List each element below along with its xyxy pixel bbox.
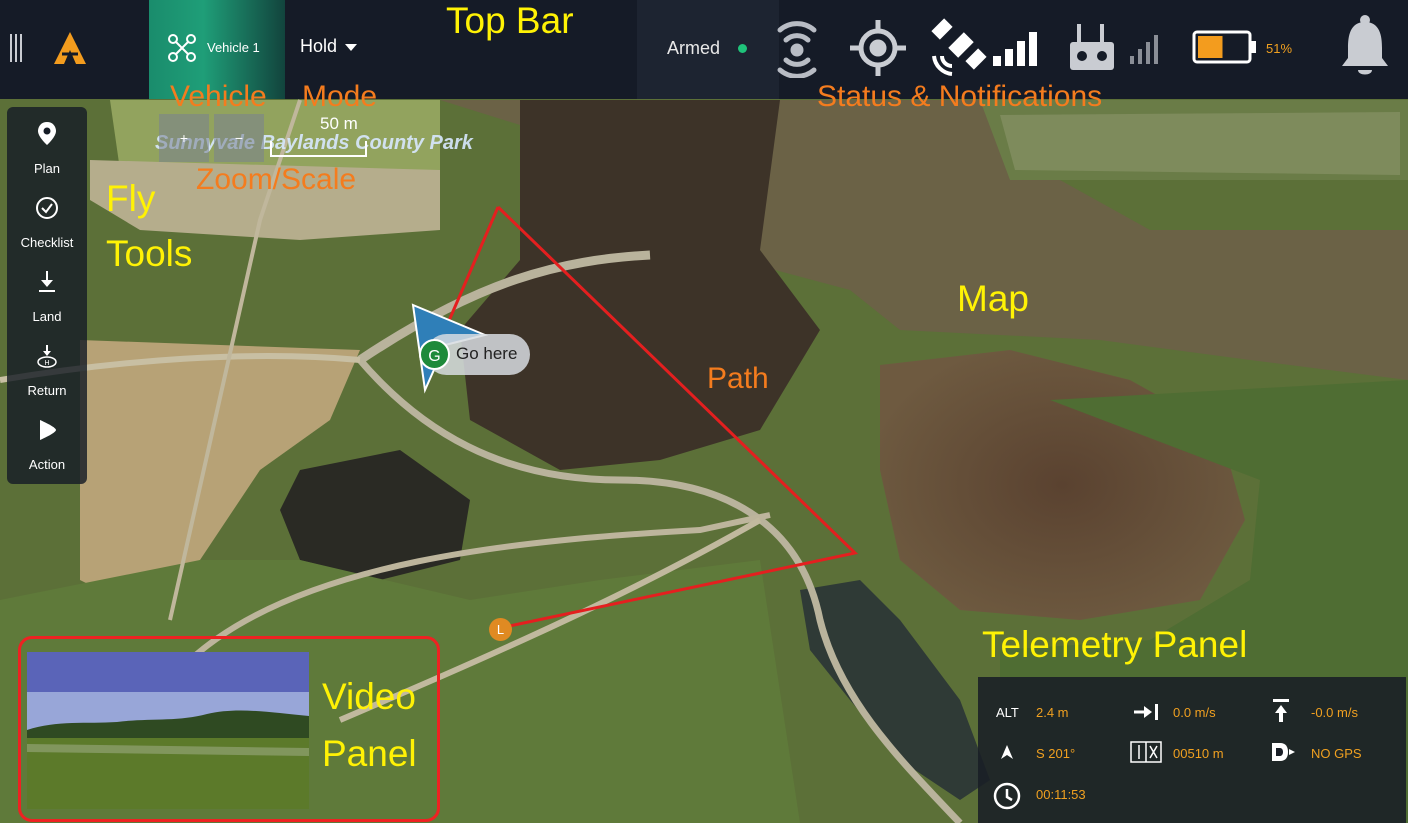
scale-bar [270,141,367,157]
drone-icon [168,34,196,62]
launch-marker[interactable]: L [489,618,512,641]
gps-value: NO GPS [1311,746,1362,761]
tool-return[interactable]: H Return [7,329,87,399]
horizontal-speed-value: 0.0 m/s [1173,705,1216,720]
menu-icon[interactable] [6,34,26,62]
flight-time-value: 00:11:53 [1036,787,1086,802]
vehicle-label: Vehicle 1 [207,40,260,55]
zoom-in-button[interactable]: + [159,114,209,162]
flight-mode-dropdown[interactable]: Hold [300,36,358,57]
distance-icon [1130,741,1162,763]
telemetry-link-icon[interactable] [770,18,824,78]
map-pin-icon [38,122,56,145]
rc-controller-icon[interactable] [1068,22,1116,72]
gps-target-icon[interactable] [848,18,908,78]
battery-percent: 51% [1266,41,1293,56]
fly-tools-panel: Plan Checklist Land H Return Action [7,107,87,484]
alt-value: 2.4 m [1036,705,1069,720]
go-here-marker[interactable]: G Go here [419,334,530,375]
tool-land-label: Land [32,309,62,324]
tool-plan[interactable]: Plan [7,107,87,177]
horizontal-speed-icon [1134,704,1158,720]
satellite-icon[interactable] [928,16,990,80]
tool-return-label: Return [27,383,67,398]
rc-signal-icon[interactable] [1130,32,1166,64]
return-home-icon: H [37,345,57,368]
signal-bars-icon[interactable] [993,30,1043,66]
heading-value: S 201° [1036,746,1076,761]
check-circle-icon [36,197,58,219]
battery-icon[interactable] [1192,30,1258,66]
vehicle-selector[interactable]: Vehicle 1 [149,0,285,99]
tool-plan-label: Plan [33,161,61,176]
flight-mode-label: Hold [300,36,338,56]
gps-status-icon [1272,743,1295,761]
go-here-badge: G [419,339,450,370]
tool-action-label: Action [28,457,66,472]
tool-land[interactable]: Land [7,255,87,325]
svg-text:H: H [44,360,49,367]
tool-action[interactable]: Action [7,403,87,473]
distance-value: 00510 m [1173,746,1224,761]
scale-label: 50 m [320,114,358,133]
zoom-out-button[interactable]: − [214,114,264,162]
armed-label: Armed [667,38,721,58]
video-feed-image [27,652,309,809]
top-bar: Vehicle 1 Hold Armed 51% [0,0,1408,99]
app-logo-icon[interactable] [52,28,88,68]
telemetry-panel[interactable]: ALT 2.4 m 0.0 m/s -0.0 m/s S 201° 00510 … [978,677,1406,823]
alt-label: ALT [996,705,1019,720]
bell-icon[interactable] [1338,14,1392,80]
video-panel[interactable] [27,652,309,809]
go-here-label: Go here [456,344,518,363]
tool-checklist[interactable]: Checklist [7,181,87,251]
clock-icon [993,782,1021,810]
tool-checklist-label: Checklist [20,235,74,250]
land-icon [39,271,55,292]
armed-indicator [738,44,747,53]
vertical-speed-value: -0.0 m/s [1311,705,1358,720]
play-icon [40,420,56,440]
heading-icon [1001,745,1013,759]
armed-status[interactable]: Armed [637,0,779,99]
caret-down-icon [345,43,358,51]
vertical-speed-icon [1273,699,1289,722]
